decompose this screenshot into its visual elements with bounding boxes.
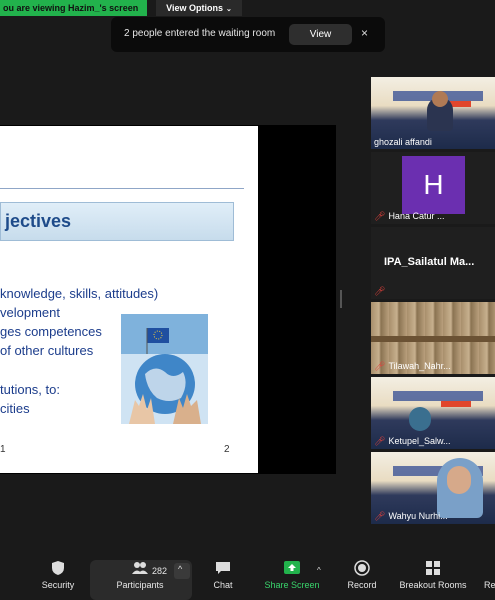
security-button[interactable]: Security <box>36 550 80 600</box>
participant-count: 282 <box>152 566 168 576</box>
slide-footer-left: 1 <box>0 444 6 455</box>
viewing-screen-banner: ou are viewing Hazim_'s screen <box>0 0 147 16</box>
record-button[interactable]: Record <box>344 550 380 600</box>
video-tile[interactable]: ghozali affandi <box>371 77 495 149</box>
video-tile[interactable]: IPA_Sailatul Ma... 🎤︎ <box>371 227 495 299</box>
waiting-room-text: 2 people entered the waiting room <box>124 28 276 39</box>
participant-name: Wahyu Nurhi... <box>388 511 448 521</box>
view-waiting-room-button[interactable]: View <box>289 24 352 45</box>
banner-heading <box>393 391 483 401</box>
mic-muted-icon: 🎤︎ <box>374 511 386 521</box>
reaction-icon <box>484 560 495 576</box>
slide-line: tutions, to: <box>0 382 60 397</box>
banner-date-tag <box>441 401 471 407</box>
mic-muted-icon: 🎤︎ <box>374 361 386 371</box>
close-icon[interactable]: × <box>361 26 368 40</box>
chat-button[interactable]: Chat <box>206 550 240 600</box>
globe-hands-image <box>121 314 208 424</box>
video-tile[interactable]: 🎤︎ Wahyu Nurhi... <box>371 452 495 524</box>
chevron-up-icon[interactable]: ^ <box>317 566 321 575</box>
slide-title: jectives <box>5 211 72 231</box>
slide-title-box: jectives <box>0 202 234 241</box>
reactions-label: Re <box>484 580 495 590</box>
slide-line: velopment <box>0 305 60 320</box>
shield-icon <box>52 561 64 575</box>
participant-face <box>432 91 448 107</box>
participant-label: 🎤︎ <box>374 286 388 297</box>
participant-face <box>447 466 471 494</box>
participant-label: 🎤︎ Hana Catur ... <box>374 211 444 222</box>
share-screen-label: Share Screen <box>264 580 320 590</box>
panel-splitter-handle[interactable] <box>340 290 342 308</box>
people-icon <box>132 562 148 574</box>
security-label: Security <box>41 580 75 590</box>
video-tile[interactable]: 🎤︎ Tilawah_Nahr... <box>371 302 495 374</box>
chevron-up-icon: ^ <box>178 564 183 574</box>
record-icon <box>354 560 370 576</box>
mic-muted-icon: 🎤︎ <box>374 286 386 296</box>
avatar: H <box>402 156 465 214</box>
bookshelf-shelf <box>371 336 495 342</box>
participant-name: Hana Catur ... <box>388 211 445 221</box>
participant-label: 🎤︎ Tilawah_Nahr... <box>374 361 451 372</box>
view-options-label: View Options <box>166 3 223 13</box>
chat-label: Chat <box>213 580 233 590</box>
share-screen-button[interactable]: Share Screen <box>262 550 322 600</box>
grid-icon <box>426 561 440 575</box>
participant-label: 🎤︎ Wahyu Nurhi... <box>374 511 448 522</box>
share-screen-icon <box>284 561 300 574</box>
video-tile[interactable]: H 🎤︎ Hana Catur ... <box>371 152 495 224</box>
slide-line: ges competences <box>0 324 102 339</box>
slide-line: knowledge, skills, attitudes) <box>0 286 159 301</box>
breakout-rooms-label: Breakout Rooms <box>399 580 467 590</box>
participant-name: ghozali affandi <box>374 137 432 147</box>
video-tile[interactable]: 🎤︎ Ketupel_Salw... <box>371 377 495 449</box>
slide-line: of other cultures <box>0 343 94 358</box>
slide-divider <box>0 188 244 189</box>
view-options-button[interactable]: View Options ⌄ <box>156 0 242 16</box>
participant-video <box>409 407 431 431</box>
waiting-room-notification: 2 people entered the waiting room View × <box>111 17 385 52</box>
participant-label: 🎤︎ Ketupel_Salw... <box>374 436 450 447</box>
record-label: Record <box>347 580 377 590</box>
breakout-rooms-button[interactable]: Breakout Rooms <box>398 550 468 600</box>
reactions-button[interactable]: Re <box>484 550 495 600</box>
participants-options-button[interactable]: ^ <box>174 563 190 579</box>
chat-icon <box>216 562 230 574</box>
mic-muted-icon: 🎤︎ <box>374 436 386 446</box>
slide-page-number: 2 <box>224 444 230 455</box>
chevron-down-icon: ⌄ <box>225 6 232 13</box>
mic-muted-icon: 🎤︎ <box>374 211 386 221</box>
participant-name: Tilawah_Nahr... <box>388 361 451 371</box>
participant-name-display: IPA_Sailatul Ma... <box>384 256 475 268</box>
meeting-toolbar: Security Participants 282 ^ Chat Share S… <box>0 550 495 600</box>
presentation-slide: jectives knowledge, skills, attitudes) v… <box>0 126 258 473</box>
slide-line: cities <box>0 401 30 416</box>
participants-label: Participants <box>116 580 164 590</box>
participant-name: Ketupel_Salw... <box>388 436 451 446</box>
